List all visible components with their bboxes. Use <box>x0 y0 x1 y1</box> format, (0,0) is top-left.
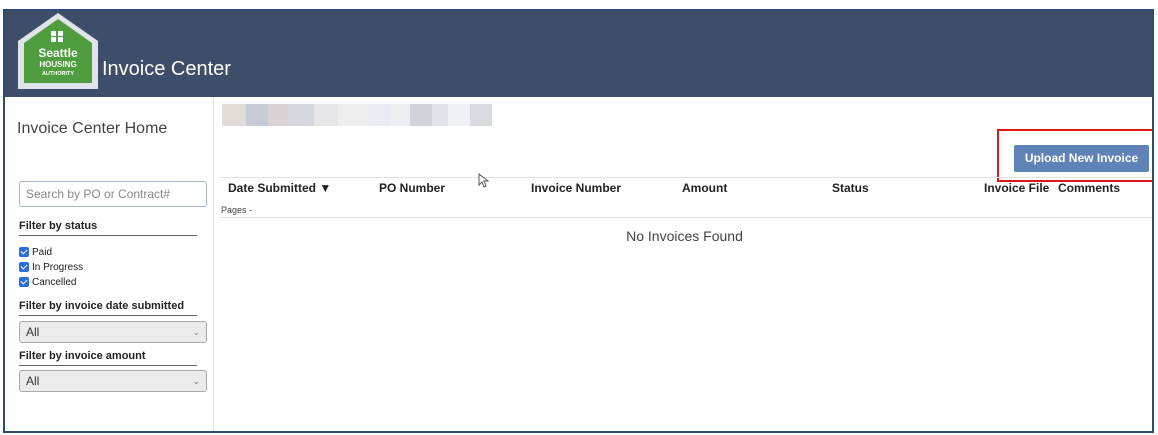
seattle-housing-logo[interactable]: Seattle HOUSING AUTHORITY <box>18 11 98 89</box>
paid-label: Paid <box>32 246 53 258</box>
main-content: Upload New Invoice Date Submitted ▼ PO N… <box>215 97 1152 431</box>
search-input[interactable] <box>19 181 207 207</box>
upload-new-invoice-button[interactable]: Upload New Invoice <box>1014 145 1149 172</box>
amount-select[interactable]: All ⌄ <box>19 370 207 392</box>
logo-line-3: AUTHORITY <box>42 71 74 77</box>
in-progress-checkbox[interactable] <box>19 262 29 272</box>
table-header-divider <box>220 217 1152 218</box>
redacted-vendor-name <box>222 104 492 126</box>
column-invoice-file[interactable]: Invoice File <box>984 181 1049 195</box>
header-bar: Seattle HOUSING AUTHORITY Invoice Center <box>5 11 1152 97</box>
column-amount[interactable]: Amount <box>682 181 727 195</box>
logo-line-2: HOUSING <box>39 60 76 69</box>
sort-desc-icon: ▼ <box>319 181 332 195</box>
column-po-number[interactable]: PO Number <box>379 181 445 195</box>
status-filter-heading: Filter by status <box>19 220 197 236</box>
column-comments[interactable]: Comments <box>1058 181 1120 195</box>
column-invoice-number[interactable]: Invoice Number <box>531 181 621 195</box>
table-top-divider <box>220 177 1152 178</box>
date-filter-heading: Filter by invoice date submitted <box>19 300 197 316</box>
mouse-cursor-icon <box>478 173 489 188</box>
empty-state-message: No Invoices Found <box>626 228 743 244</box>
in-progress-label: In Progress <box>32 261 84 273</box>
app-window: Seattle HOUSING AUTHORITY Invoice Center… <box>3 9 1154 433</box>
date-submitted-header-label: Date Submitted <box>228 181 317 195</box>
column-status[interactable]: Status <box>832 181 869 195</box>
column-date-submitted[interactable]: Date Submitted ▼ <box>228 181 331 195</box>
cancelled-label: Cancelled <box>32 276 77 288</box>
amount-filter-heading: Filter by invoice amount <box>19 350 197 366</box>
app-title: Invoice Center <box>102 58 231 80</box>
pagination-label: Pages - <box>221 205 253 215</box>
status-option-paid[interactable]: Paid <box>19 245 52 259</box>
date-select-value: All <box>26 325 40 339</box>
chevron-down-icon: ⌄ <box>192 327 200 337</box>
date-submitted-select[interactable]: All ⌄ <box>19 321 207 343</box>
logo-line-1: Seattle <box>38 46 78 60</box>
sidebar: Invoice Center Home Filter by status Pai… <box>5 97 214 431</box>
invoice-center-home-link[interactable]: Invoice Center Home <box>17 120 167 138</box>
status-option-cancelled[interactable]: Cancelled <box>19 275 76 289</box>
chevron-down-icon: ⌄ <box>192 376 200 386</box>
paid-checkbox[interactable] <box>19 247 29 257</box>
amount-select-value: All <box>26 374 40 388</box>
status-option-in-progress[interactable]: In Progress <box>19 260 83 274</box>
cancelled-checkbox[interactable] <box>19 277 29 287</box>
